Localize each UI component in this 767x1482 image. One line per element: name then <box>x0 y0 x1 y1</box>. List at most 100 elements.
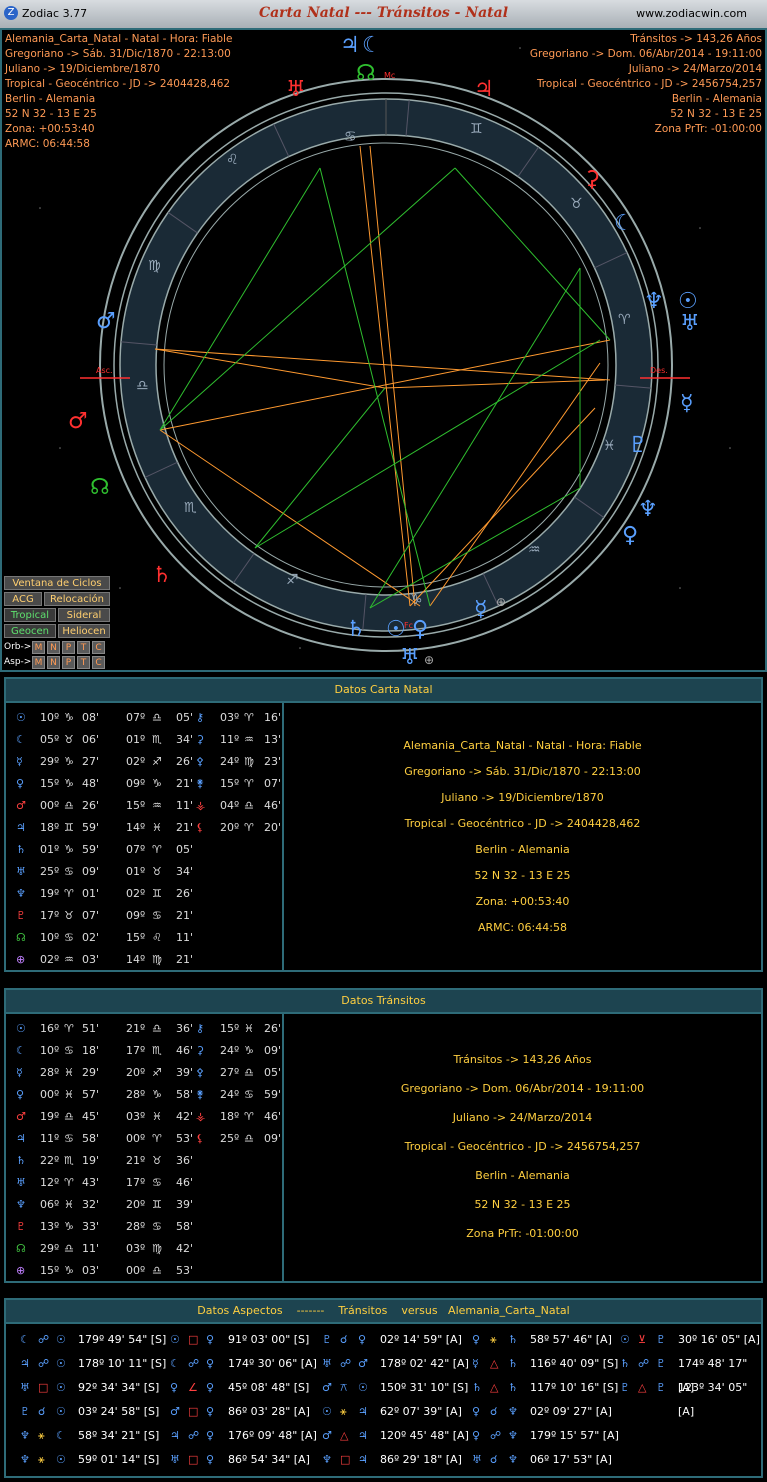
position-value: 16' <box>264 711 282 724</box>
position-value: 15º <box>220 1022 240 1035</box>
position-value: 00º <box>40 799 60 812</box>
aspect-glyph-icon: □ <box>340 1453 351 1466</box>
tropical-button[interactable]: Tropical <box>4 608 56 622</box>
position-value: 21' <box>176 953 194 966</box>
position-value: 07º <box>126 843 146 856</box>
aspect-glyph-icon: ♃ <box>358 1453 368 1466</box>
glyph-icon: ⚴ <box>196 1066 205 1079</box>
position-value: 01º <box>126 865 146 878</box>
position-value: 53' <box>176 1132 194 1145</box>
asc-label: Asc. <box>96 366 113 375</box>
aspect-glyph-icon: △ <box>638 1381 647 1394</box>
glyph-icon: ♎ <box>152 1264 162 1277</box>
svg-text:♑: ♑ <box>410 592 423 608</box>
aspect-glyph-icon: □ <box>38 1381 49 1394</box>
position-value: 28º <box>40 1066 60 1079</box>
position-value: 27' <box>82 755 100 768</box>
position-value: 20º <box>126 1198 146 1211</box>
glyph-icon: ♒ <box>152 799 162 812</box>
aspect-glyph-icon: ♀ <box>170 1381 179 1394</box>
website-link[interactable]: www.zodiacwin.com <box>636 7 747 20</box>
glyph-icon: ♇ <box>16 1220 26 1233</box>
acg-button[interactable]: ACG <box>4 592 42 606</box>
glyph-icon: ☉ <box>16 1022 26 1035</box>
position-value: 02' <box>82 931 100 944</box>
position-value: 03' <box>82 1264 100 1277</box>
aspect-value: 58º 34' 21" [S] <box>78 1429 160 1442</box>
heliocen-button[interactable]: Heliocen <box>58 624 110 638</box>
aspect-glyph-icon: ♇ <box>322 1333 332 1346</box>
glyph-icon: ♅ <box>16 865 26 878</box>
asp-t-button[interactable]: T <box>77 656 90 669</box>
glyph-icon: ⚸ <box>196 1132 205 1145</box>
orb-c-button[interactable]: C <box>92 641 105 654</box>
orb-m-button[interactable]: M <box>32 641 45 654</box>
svg-text:♉: ♉ <box>570 196 583 212</box>
glyph-icon: ♒ <box>64 953 74 966</box>
relocacion-button[interactable]: Relocación <box>44 592 110 606</box>
orb-p-button[interactable]: P <box>62 641 75 654</box>
mc-label: Mc <box>384 71 395 80</box>
glyph-icon: ♑ <box>64 843 74 856</box>
aspect-glyph-icon: □ <box>188 1333 199 1346</box>
transit-mercury-icon: ☿ <box>680 391 694 416</box>
sideral-button[interactable]: Sideral <box>58 608 110 622</box>
position-value: 19' <box>82 1154 100 1167</box>
position-value: 26' <box>82 799 100 812</box>
position-value: 09' <box>82 865 100 878</box>
aspect-value: 59º 01' 14" [S] <box>78 1453 160 1466</box>
aspect-panel: Datos Aspectos ------- Tránsitos versus … <box>4 1298 763 1478</box>
position-value: 17º <box>40 909 60 922</box>
asp-c-button[interactable]: C <box>92 656 105 669</box>
position-value: 09º <box>126 909 146 922</box>
glyph-icon: ♏ <box>64 1154 74 1167</box>
position-value: 46' <box>176 1044 194 1057</box>
position-value: 51' <box>82 1022 100 1035</box>
aspect-glyph-icon: ☉ <box>358 1381 368 1394</box>
position-value: 12º <box>40 1176 60 1189</box>
position-value: 25º <box>40 865 60 878</box>
aspect-glyph-icon: ♆ <box>508 1405 518 1418</box>
position-value: 11' <box>176 799 194 812</box>
position-value: 03º <box>126 1242 146 1255</box>
asp-n-button[interactable]: N <box>47 656 60 669</box>
orb-t-button[interactable]: T <box>77 641 90 654</box>
position-row: ♄ 22º ♏ 19' 21º ♉ 36' <box>6 1150 282 1172</box>
orb-label: Orb-> <box>4 642 32 652</box>
glyph-icon: ♓ <box>152 1110 162 1123</box>
position-value: 18º <box>220 1110 240 1123</box>
glyph-icon: ♎ <box>64 799 74 812</box>
position-value: 48' <box>82 777 100 790</box>
position-value: 09' <box>264 1132 282 1145</box>
asp-p-button[interactable]: P <box>62 656 75 669</box>
aspect-value: 92º 34' 34" [S] <box>78 1381 160 1394</box>
glyph-icon: ♋ <box>152 1220 162 1233</box>
asp-m-button[interactable]: M <box>32 656 45 669</box>
glyph-icon: ☊ <box>16 1242 26 1255</box>
position-value: 05' <box>176 843 194 856</box>
aspect-glyph-icon: ♀ <box>472 1333 481 1346</box>
glyph-icon: ♏ <box>152 733 162 746</box>
transit-jupiter2-icon: ♃ <box>474 77 494 102</box>
position-row: ♇ 13º ♑ 33' 28º ♋ 58' <box>6 1216 282 1238</box>
transit-jupiter-icon: ♃ <box>340 33 360 58</box>
position-value: 15º <box>126 799 146 812</box>
glyph-icon: ♍ <box>152 953 162 966</box>
ciclos-button[interactable]: Ventana de Ciclos <box>4 576 110 590</box>
aspect-glyph-icon: ♄ <box>508 1333 518 1346</box>
orb-n-button[interactable]: N <box>47 641 60 654</box>
glyph-icon: ♊ <box>152 1198 162 1211</box>
aspect-glyph-icon: ♀ <box>206 1333 215 1346</box>
position-value: 04º <box>220 799 240 812</box>
glyph-icon: ♈ <box>64 1022 74 1035</box>
position-value: 24º <box>220 1044 240 1057</box>
aspect-glyph-icon: ☉ <box>56 1453 66 1466</box>
aspect-value: 179º 49' 54" [S] <box>78 1333 167 1346</box>
aspect-value: 86º 54' 34" [A] <box>228 1453 310 1466</box>
geocen-button[interactable]: Geocen <box>4 624 56 638</box>
position-value: 03' <box>82 953 100 966</box>
svg-text:♏: ♏ <box>184 500 197 516</box>
position-value: 02º <box>40 953 60 966</box>
aspect-glyph-icon: ☌ <box>38 1405 46 1418</box>
aspect-value: 30º 16' 05" [A] <box>678 1333 760 1346</box>
